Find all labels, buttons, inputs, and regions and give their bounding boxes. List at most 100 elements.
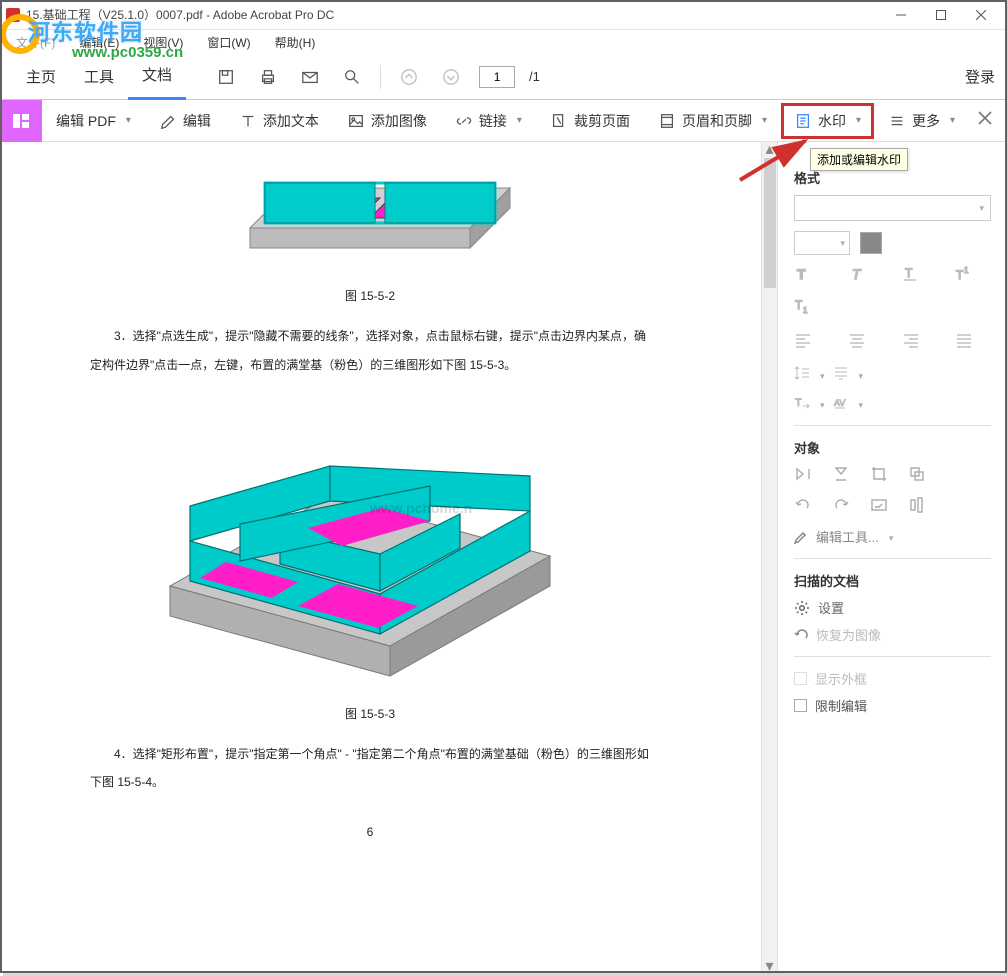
image-icon bbox=[347, 112, 365, 130]
horizontal-scale-icon: T bbox=[794, 394, 810, 413]
limit-edit-checkbox[interactable]: 限制编辑 bbox=[794, 696, 991, 715]
primary-tabs: 主页 工具 文档 /1 登录 bbox=[0, 54, 1007, 100]
login-button[interactable]: 登录 bbox=[965, 66, 995, 87]
font-family-select[interactable] bbox=[794, 195, 991, 221]
align-right-button[interactable] bbox=[902, 331, 924, 353]
search-button[interactable] bbox=[338, 63, 366, 91]
close-button[interactable] bbox=[961, 1, 1001, 29]
flip-v-button[interactable] bbox=[832, 465, 850, 486]
svg-text:T: T bbox=[795, 397, 802, 409]
para-spacing-select[interactable] bbox=[857, 367, 864, 382]
save-button[interactable] bbox=[212, 63, 240, 91]
page-view[interactable]: 图 15-5-2 3．选择"点选生成"，提示"隐藏不需要的线条"，选择对象，点击… bbox=[0, 142, 761, 973]
svg-text:T: T bbox=[852, 266, 862, 282]
paragraph-3: 3．选择"点选生成"，提示"隐藏不需要的线条"，选择对象，点击鼠标右键，提示"点… bbox=[90, 322, 650, 380]
svg-text:AV: AV bbox=[834, 398, 845, 408]
svg-text:T: T bbox=[905, 266, 913, 280]
object-title: 对象 bbox=[794, 438, 991, 457]
flip-h-button[interactable] bbox=[794, 465, 812, 486]
crop-object-button[interactable] bbox=[870, 465, 888, 486]
italic-button[interactable]: T bbox=[848, 265, 870, 287]
edit-tools-dropdown[interactable]: 编辑工具... bbox=[794, 527, 991, 546]
more-icon bbox=[888, 112, 906, 130]
watermark-tooltip: 添加或编辑水印 bbox=[810, 148, 908, 171]
char-spacing-icon: AV bbox=[833, 394, 849, 413]
figure-15-5-2 bbox=[150, 148, 570, 268]
align-justify-button[interactable] bbox=[955, 331, 977, 353]
pencil-icon bbox=[794, 530, 808, 544]
tab-document[interactable]: 文档 bbox=[128, 54, 186, 100]
scroll-thumb[interactable] bbox=[764, 158, 776, 288]
menu-window[interactable]: 窗口(W) bbox=[195, 32, 262, 53]
hscale-select[interactable] bbox=[818, 396, 825, 411]
char-spacing-select[interactable] bbox=[857, 396, 864, 411]
vertical-scrollbar[interactable]: ▴ ▾ bbox=[761, 142, 777, 973]
title-bar: 15.基础工程（V25.1.0）0007.pdf - Adobe Acrobat… bbox=[0, 0, 1007, 30]
gear-icon bbox=[794, 600, 810, 616]
rotate-cw-button[interactable] bbox=[832, 496, 850, 517]
watermark-icon bbox=[794, 112, 812, 130]
print-button[interactable] bbox=[254, 63, 282, 91]
figure-caption-1: 图 15-5-2 bbox=[90, 287, 650, 304]
edit-button[interactable]: 编辑 bbox=[145, 100, 225, 142]
subscript-button[interactable]: T1 bbox=[794, 297, 816, 319]
underline-button[interactable]: T bbox=[902, 265, 924, 287]
page-number-input[interactable] bbox=[479, 66, 515, 88]
header-footer-button[interactable]: 页眉和页脚 bbox=[644, 100, 781, 142]
svg-text:T: T bbox=[795, 298, 803, 312]
svg-text:T: T bbox=[797, 266, 806, 282]
link-button[interactable]: 链接 bbox=[441, 100, 536, 142]
email-button[interactable] bbox=[296, 63, 324, 91]
edit-icon bbox=[159, 112, 177, 130]
watermark-button[interactable]: 水印 bbox=[781, 103, 874, 139]
figure-15-5-3 bbox=[130, 386, 570, 686]
line-spacing-select[interactable] bbox=[818, 367, 825, 382]
bold-button[interactable]: T bbox=[794, 265, 816, 287]
menu-view[interactable]: 视图(V) bbox=[131, 32, 195, 53]
edit-pdf-panel-icon[interactable] bbox=[0, 100, 42, 142]
superscript-button[interactable]: T1 bbox=[955, 265, 977, 287]
restore-image-button[interactable]: 恢复为图像 bbox=[794, 625, 991, 644]
menu-help[interactable]: 帮助(H) bbox=[263, 32, 328, 53]
crop-button[interactable]: 裁剪页面 bbox=[536, 100, 644, 142]
rotate-ccw-button[interactable] bbox=[794, 496, 812, 517]
scan-title: 扫描的文档 bbox=[794, 571, 991, 590]
font-size-select[interactable] bbox=[794, 231, 850, 255]
page-down-button[interactable] bbox=[437, 63, 465, 91]
scroll-down-icon[interactable]: ▾ bbox=[762, 959, 778, 973]
page-watermark: www.pchome.n bbox=[370, 500, 472, 516]
paragraph-4: 4．选择"矩形布置"，提示"指定第一个角点" - "指定第二个角点"布置的满堂基… bbox=[90, 740, 650, 798]
add-image-button[interactable]: 添加图像 bbox=[333, 100, 441, 142]
align-left-button[interactable] bbox=[794, 331, 816, 353]
replace-image-button[interactable] bbox=[870, 496, 888, 517]
menu-edit[interactable]: 编辑(E) bbox=[67, 32, 131, 53]
link-icon bbox=[455, 112, 473, 130]
align-center-button[interactable] bbox=[848, 331, 870, 353]
text-style-row: T T T T1 T1 bbox=[794, 265, 991, 319]
page-up-button[interactable] bbox=[395, 63, 423, 91]
close-toolbar-button[interactable] bbox=[977, 110, 993, 131]
menu-file[interactable]: 文件(F) bbox=[4, 32, 67, 53]
settings-button[interactable]: 设置 bbox=[794, 598, 991, 617]
window-title: 15.基础工程（V25.1.0）0007.pdf - Adobe Acrobat… bbox=[26, 6, 334, 23]
edit-pdf-dropdown[interactable]: 编辑 PDF bbox=[42, 100, 145, 142]
add-text-button[interactable]: 添加文本 bbox=[225, 100, 333, 142]
line-spacing-icon bbox=[794, 365, 810, 384]
workspace: 图 15-5-2 3．选择"点选生成"，提示"隐藏不需要的线条"，选择对象，点击… bbox=[0, 142, 1007, 973]
format-panel: 格式 T T T T1 T1 T AV bbox=[777, 142, 1007, 973]
undo-icon bbox=[794, 628, 808, 642]
font-color-picker[interactable] bbox=[860, 232, 882, 254]
tab-home[interactable]: 主页 bbox=[12, 54, 70, 100]
align-objects-button[interactable] bbox=[908, 496, 926, 517]
minimize-button[interactable] bbox=[881, 1, 921, 29]
arrange-button[interactable] bbox=[908, 465, 926, 486]
edit-pdf-toolbar: 编辑 PDF 编辑 添加文本 添加图像 链接 裁剪页面 页眉和页脚 水印 更多 bbox=[0, 100, 1007, 142]
close-icon bbox=[977, 110, 993, 126]
show-outline-checkbox[interactable]: 显示外框 bbox=[794, 669, 991, 688]
menu-bar: 文件(F) 编辑(E) 视图(V) 窗口(W) 帮助(H) bbox=[0, 30, 1007, 54]
align-row bbox=[794, 331, 991, 353]
more-button[interactable]: 更多 bbox=[874, 100, 969, 142]
maximize-button[interactable] bbox=[921, 1, 961, 29]
tab-tools[interactable]: 工具 bbox=[70, 54, 128, 100]
scroll-up-icon[interactable]: ▴ bbox=[762, 142, 778, 156]
